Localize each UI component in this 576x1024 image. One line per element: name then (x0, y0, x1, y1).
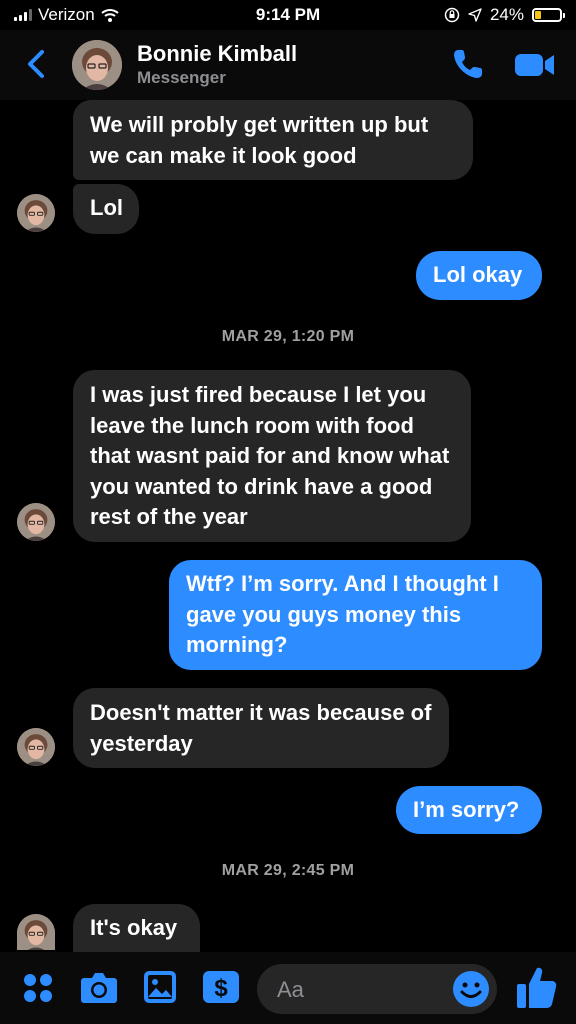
status-bar: Verizon 9:14 PM 24% (0, 0, 576, 30)
message-outgoing[interactable]: Lol okay (416, 251, 542, 300)
emoji-icon[interactable] (451, 969, 491, 1009)
orientation-lock-icon (444, 7, 460, 23)
timestamp-divider: MAR 29, 1:20 PM (221, 328, 355, 345)
payment-icon[interactable]: $ (202, 970, 240, 1004)
phone-icon[interactable] (450, 46, 486, 82)
message-incoming[interactable]: Lol (73, 184, 139, 234)
contact-avatar-small[interactable] (17, 503, 55, 541)
contact-name[interactable]: Bonnie Kimball (137, 41, 297, 67)
message-incoming[interactable]: I was just fired because I let you leave… (73, 370, 471, 542)
battery-icon (532, 8, 565, 22)
contact-avatar-small[interactable] (17, 194, 55, 232)
grid-icon[interactable] (22, 972, 54, 1004)
chat-header: Bonnie Kimball Messenger (0, 30, 576, 100)
back-icon[interactable] (22, 46, 52, 82)
timestamp-divider: MAR 29, 2:45 PM (221, 862, 355, 879)
message-input[interactable] (275, 974, 449, 1006)
camera-icon[interactable] (80, 970, 118, 1004)
message-incoming[interactable]: It's okay (73, 904, 200, 952)
composer-bar: $ (0, 952, 576, 1024)
message-input-wrapper (257, 964, 497, 1014)
message-outgoing[interactable]: I’m sorry? (396, 786, 542, 834)
status-right: 24% (444, 5, 565, 25)
battery-percent: 24% (489, 5, 524, 24)
contact-avatar-small[interactable] (17, 728, 55, 766)
message-incoming[interactable]: We will probly get written up but we can… (73, 100, 473, 180)
contact-avatar-small[interactable] (17, 914, 55, 950)
location-icon (468, 8, 482, 22)
contact-subtitle: Messenger (137, 68, 226, 87)
gallery-icon[interactable] (143, 970, 177, 1004)
message-outgoing[interactable]: Wtf? I’m sorry. And I thought I gave you… (169, 560, 542, 670)
svg-text:$: $ (214, 975, 228, 1002)
video-call-icon[interactable] (514, 50, 556, 80)
contact-avatar[interactable] (72, 40, 122, 90)
message-incoming[interactable]: Doesn't matter it was because of yesterd… (73, 688, 449, 768)
thumbs-up-icon[interactable] (515, 964, 557, 1010)
